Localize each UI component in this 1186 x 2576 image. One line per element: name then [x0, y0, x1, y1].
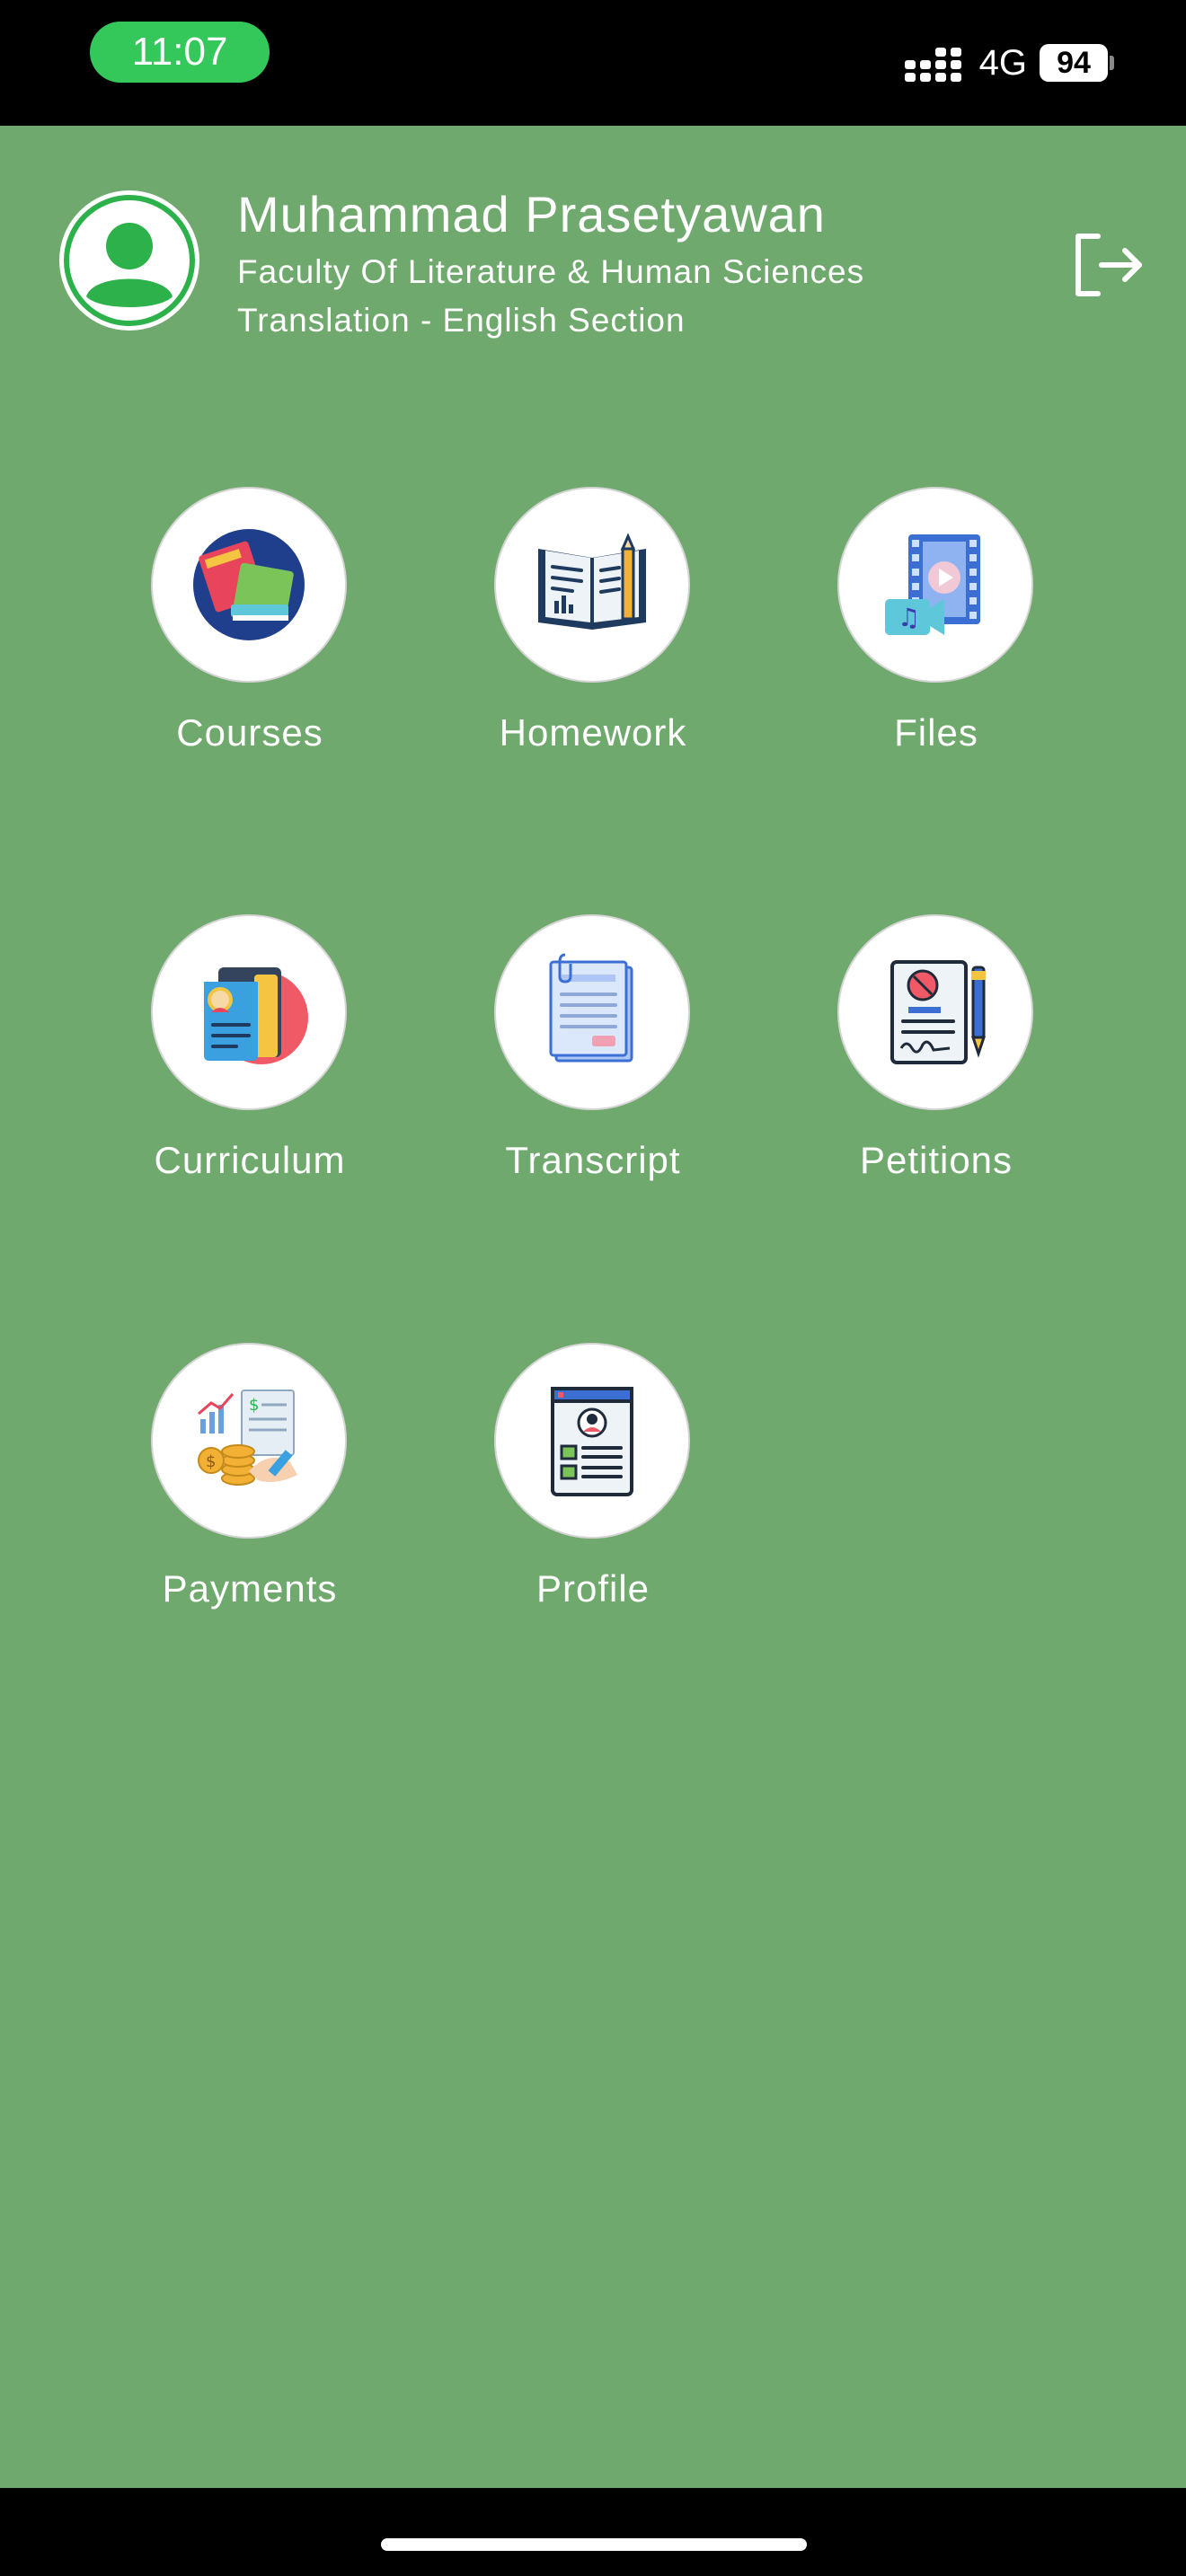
menu-payments[interactable]: $ $ Payments	[115, 1343, 385, 1630]
avatar[interactable]	[59, 190, 199, 331]
menu-courses[interactable]: Courses	[115, 487, 385, 774]
menu-label: Homework	[499, 711, 687, 754]
menu-profile[interactable]: Profile	[458, 1343, 728, 1630]
menu-label: Payments	[162, 1567, 338, 1610]
menu-circle	[151, 487, 347, 683]
menu-petitions[interactable]: Petitions	[801, 914, 1071, 1202]
menu-circle	[494, 487, 690, 683]
svg-text:$: $	[206, 1452, 216, 1471]
status-time: 11:07	[90, 22, 270, 83]
user-faculty: Faculty Of Literature & Human Sciences	[237, 253, 865, 290]
menu-circle	[494, 914, 690, 1110]
menu-label: Courses	[176, 711, 323, 754]
battery-cap	[1110, 56, 1114, 70]
battery-icon: 94	[1040, 44, 1108, 82]
menu-label: Transcript	[505, 1139, 681, 1181]
logout-icon	[1075, 234, 1142, 296]
network-type: 4G	[978, 42, 1027, 83]
menu-circle	[494, 1343, 690, 1539]
menu-label: Files	[894, 711, 978, 754]
payments-icon: $ $	[198, 1389, 297, 1486]
main-screen: Muhammad Prasetyawan Faculty Of Literatu…	[0, 126, 1186, 2488]
home-indicator[interactable]	[381, 2538, 807, 2551]
status-indicators: 4G 94	[904, 36, 1114, 90]
menu-circle: ♫	[837, 487, 1033, 683]
transcript-icon	[549, 953, 633, 1063]
menu-circle: $ $	[151, 1343, 347, 1539]
menu-circle	[837, 914, 1033, 1110]
menu-transcript[interactable]: Transcript	[458, 914, 728, 1202]
home-bar-area	[0, 2488, 1186, 2576]
menu-label: Profile	[535, 1567, 651, 1610]
homework-icon	[538, 533, 646, 630]
curriculum-icon	[204, 967, 308, 1064]
menu-circle	[151, 914, 347, 1110]
courses-icon	[193, 529, 305, 640]
battery-level: 94	[1057, 45, 1091, 80]
user-avatar-icon	[64, 195, 195, 326]
files-icon: ♫	[885, 534, 980, 635]
menu-label: Petitions	[859, 1139, 1013, 1181]
profile-icon	[551, 1387, 633, 1496]
signal-icon	[904, 44, 961, 82]
petitions-icon	[890, 960, 987, 1064]
svg-text:♫: ♫	[898, 603, 920, 632]
user-name: Muhammad Prasetyawan	[237, 186, 826, 243]
status-bar: 11:07 4G 94	[0, 0, 1186, 126]
user-section: Translation - English Section	[237, 302, 686, 339]
menu-curriculum[interactable]: Curriculum	[115, 914, 385, 1202]
logout-button[interactable]	[1067, 225, 1148, 305]
menu-label: Curriculum	[154, 1139, 346, 1181]
menu-homework[interactable]: Homework	[458, 487, 728, 774]
svg-text:$: $	[249, 1396, 259, 1415]
menu-files[interactable]: ♫ Files	[801, 487, 1071, 774]
